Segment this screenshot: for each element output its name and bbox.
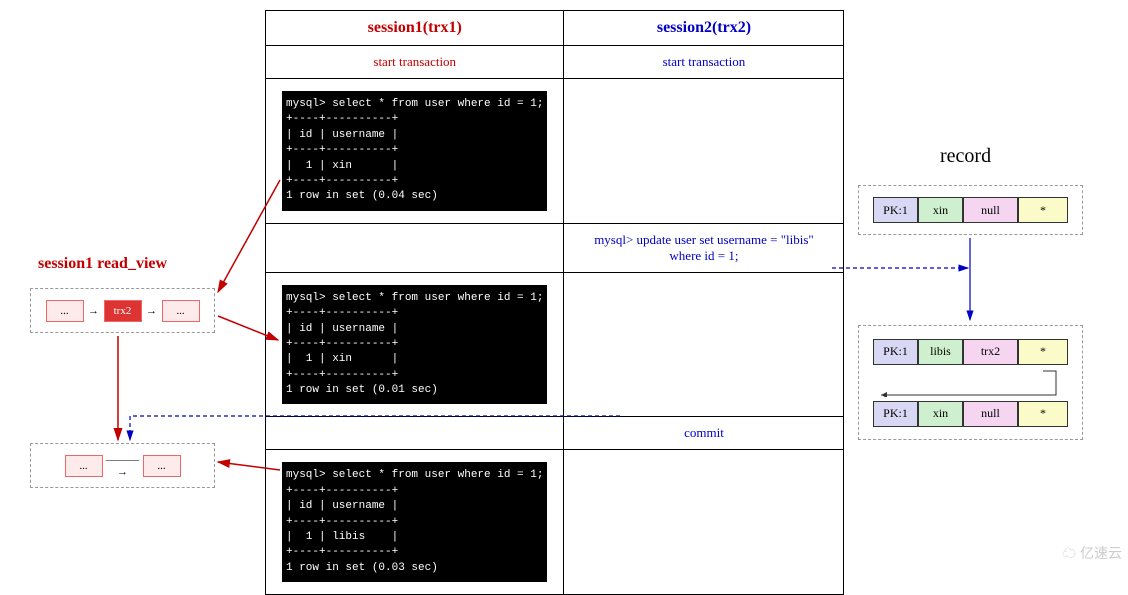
version-ptr-arrow — [873, 369, 1068, 397]
r2-ptr: * — [1018, 339, 1068, 365]
record-row-2: PK:1 libis trx2 * — [873, 339, 1068, 365]
readview-box-1: ... → trx2 → ... — [30, 288, 215, 333]
r2-trx: trx2 — [963, 339, 1018, 365]
arrow-icon: ———→ — [103, 454, 143, 478]
row5-right: commit — [564, 417, 844, 450]
console-select-2: mysql> select * from user where id = 1; … — [282, 285, 547, 405]
update-sql-line1: mysql> update user set username = "libis… — [576, 232, 831, 248]
header-session2: session2(trx2) — [564, 11, 844, 46]
r1-ptr: * — [1018, 197, 1068, 223]
row6-right — [564, 450, 844, 595]
r3-name: xin — [918, 401, 963, 427]
rv2-right-node: ... — [143, 455, 181, 477]
rv1-right-node: ... — [162, 300, 200, 322]
record-box-2: PK:1 libis trx2 * PK:1 xin null * — [858, 325, 1083, 440]
record-row-1: PK:1 xin null * — [873, 197, 1068, 223]
rv1-left-node: ... — [46, 300, 84, 322]
update-sql-line2: where id = 1; — [576, 248, 831, 264]
session-table: session1(trx1) session2(trx2) start tran… — [265, 10, 844, 595]
r3-ptr: * — [1018, 401, 1068, 427]
console-select-3: mysql> select * from user where id = 1; … — [282, 462, 547, 582]
r3-pk: PK:1 — [873, 401, 918, 427]
row4-left: mysql> select * from user where id = 1; … — [266, 272, 564, 417]
rv2-left-node: ... — [65, 455, 103, 477]
r1-pk: PK:1 — [873, 197, 918, 223]
watermark-logo: ☁ 亿速云 — [1062, 543, 1122, 563]
record-label: record — [940, 145, 991, 168]
row2-left: mysql> select * from user where id = 1; … — [266, 79, 564, 224]
readview-label: session1 read_view — [38, 255, 167, 273]
row1-right: start transaction — [564, 46, 844, 79]
cloud-icon: ☁ — [1062, 545, 1076, 561]
r3-trx: null — [963, 401, 1018, 427]
row2-right — [564, 79, 844, 224]
console-select-1: mysql> select * from user where id = 1; … — [282, 91, 547, 211]
r2-name: libis — [918, 339, 963, 365]
watermark-text: 亿速云 — [1080, 545, 1122, 561]
row6-left: mysql> select * from user where id = 1; … — [266, 450, 564, 595]
r1-trx: null — [963, 197, 1018, 223]
record-row-3: PK:1 xin null * — [873, 401, 1068, 427]
row1-left: start transaction — [266, 46, 564, 79]
r1-name: xin — [918, 197, 963, 223]
rv1-mid-node: trx2 — [104, 300, 142, 322]
arrow-icon: → — [142, 305, 162, 317]
arrow-icon: → — [84, 305, 104, 317]
record-box-1: PK:1 xin null * — [858, 185, 1083, 235]
row5-left — [266, 417, 564, 450]
row3-right: mysql> update user set username = "libis… — [564, 223, 844, 272]
row3-left — [266, 223, 564, 272]
row4-right — [564, 272, 844, 417]
header-session1: session1(trx1) — [266, 11, 564, 46]
r2-pk: PK:1 — [873, 339, 918, 365]
readview-box-2: ... ———→ ... — [30, 443, 215, 488]
